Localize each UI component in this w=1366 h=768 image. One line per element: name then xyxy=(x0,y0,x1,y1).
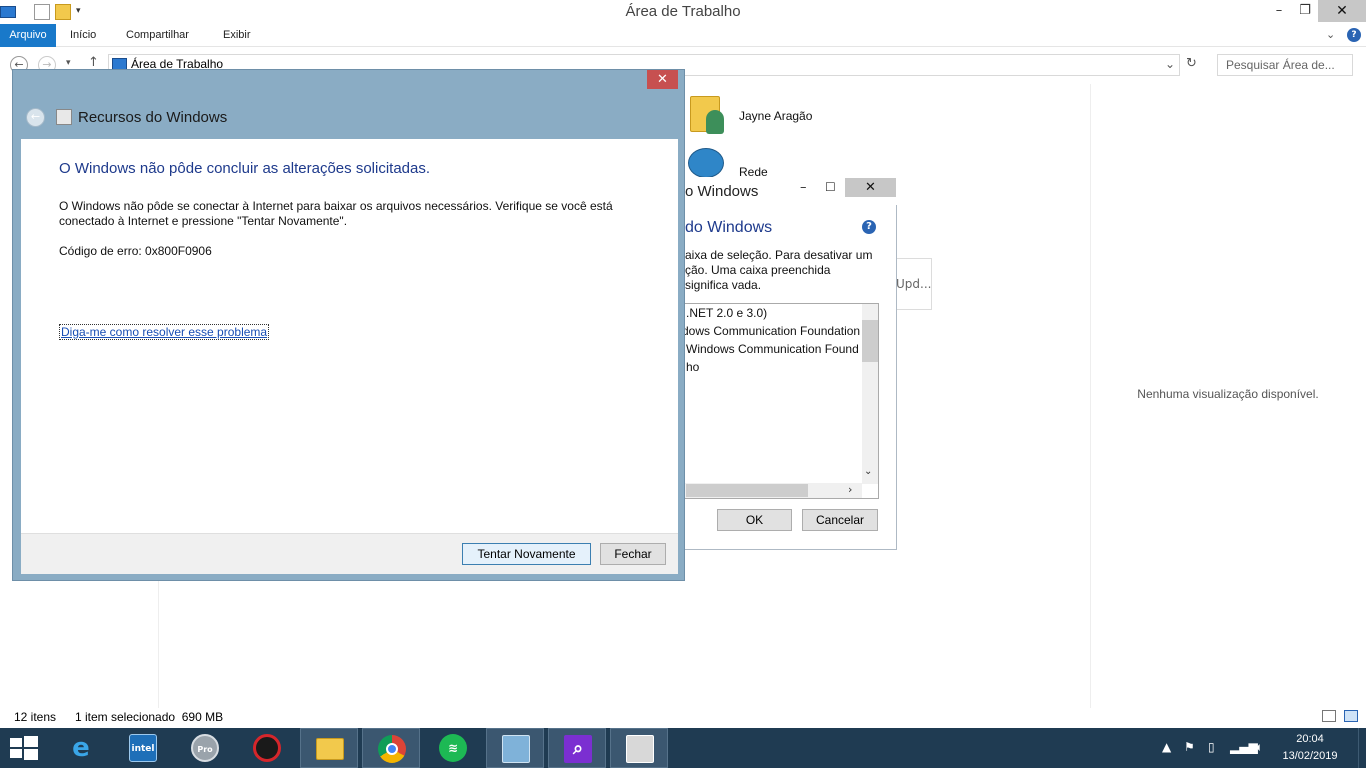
features-dialog-title: o Windows xyxy=(685,183,759,200)
internet-explorer-icon: e xyxy=(72,733,90,763)
features-heading: do Windows xyxy=(685,219,773,236)
windows-features-icon xyxy=(56,109,72,125)
selection-status: 1 item selecionado 690 MB xyxy=(75,710,224,724)
retry-button[interactable]: Tentar Novamente xyxy=(462,543,591,565)
features-minimize-button[interactable]: – xyxy=(800,180,807,195)
maximize-button[interactable]: ❐ xyxy=(1290,0,1320,22)
taskbar-google-earth[interactable]: Pro xyxy=(176,728,234,768)
features-help-icon[interactable]: ? xyxy=(862,220,876,234)
intel-graphics-icon: intel xyxy=(129,734,157,762)
search-magnifier-icon: ⌕ xyxy=(564,735,592,763)
dialog-back-icon[interactable]: ← xyxy=(26,108,45,127)
scroll-down-icon[interactable]: ⌄ xyxy=(864,466,872,477)
new-folder-icon[interactable] xyxy=(55,4,71,20)
qat-dropdown-icon[interactable]: ▾ xyxy=(76,6,81,16)
error-dialog-close-button[interactable]: ✕ xyxy=(647,70,678,89)
tab-inicio[interactable]: Início xyxy=(61,24,105,47)
features-close-button[interactable]: ✕ xyxy=(845,178,896,197)
tree-vertical-scroll-thumb[interactable] xyxy=(862,320,878,362)
battery-icon[interactable]: ▯ xyxy=(1208,740,1215,754)
help-icon[interactable]: ? xyxy=(1347,28,1361,42)
tree-horizontal-scroll-thumb[interactable] xyxy=(686,484,808,497)
ribbon-expand-icon[interactable]: ⌄ xyxy=(1326,28,1335,41)
start-button[interactable] xyxy=(10,736,38,760)
taskbar-spotify[interactable]: ≋ xyxy=(424,728,482,768)
recent-locations-icon[interactable]: ▾ xyxy=(66,58,71,68)
ribbon xyxy=(0,24,1366,47)
taskbar-file-explorer[interactable] xyxy=(300,728,358,768)
tree-item[interactable]: ho xyxy=(686,360,699,374)
details-view-icon[interactable] xyxy=(1322,710,1336,722)
taskbar-intel-graphics[interactable]: intel xyxy=(114,728,172,768)
user-folder-icon[interactable] xyxy=(688,92,728,138)
signal-icon[interactable]: ▂▄▆ xyxy=(1230,740,1258,754)
large-icons-view-icon[interactable] xyxy=(1344,710,1358,722)
error-heading: O Windows não pôde concluir as alteraçõe… xyxy=(59,160,431,177)
windows-features-icon xyxy=(626,735,654,763)
show-desktop-button[interactable] xyxy=(1358,728,1366,768)
red-gear-app-icon xyxy=(253,734,281,762)
volume-icon[interactable]: 🔈︎ xyxy=(1256,740,1263,755)
help-link[interactable]: Diga-me como resolver esse problema xyxy=(59,324,270,340)
refresh-icon[interactable]: ↻ xyxy=(1186,56,1197,71)
clock-date[interactable]: 13/02/2019 xyxy=(1280,750,1340,762)
chrome-icon xyxy=(378,735,406,763)
google-earth-pro-icon: Pro xyxy=(191,734,219,762)
show-hidden-icons-icon[interactable]: ▲ xyxy=(1162,740,1171,754)
scroll-right-icon[interactable]: › xyxy=(848,483,852,496)
tree-item[interactable]: .NET 2.0 e 3.0) xyxy=(686,306,767,320)
error-code: Código de erro: 0x800F0906 xyxy=(59,244,212,258)
taskbar-windows-features[interactable] xyxy=(610,728,668,768)
explorer-window-icon[interactable] xyxy=(0,6,16,18)
features-description: aixa de seleção. Para desativar um ção. … xyxy=(685,248,873,292)
address-dropdown-icon[interactable]: ⌄ xyxy=(1165,57,1175,71)
error-message: O Windows não pôde se conectar à Interne… xyxy=(59,199,613,228)
clock-time[interactable]: 20:04 xyxy=(1280,733,1340,745)
remote-desktop-icon xyxy=(502,735,530,763)
up-icon[interactable]: ↑ xyxy=(88,55,99,70)
taskbar-chrome[interactable] xyxy=(362,728,420,768)
taskbar-internet-explorer[interactable]: e xyxy=(52,728,110,768)
tree-item[interactable]: Windows Communication Found xyxy=(686,342,859,356)
search-input[interactable]: Pesquisar Área de... xyxy=(1217,54,1353,76)
features-maximize-button[interactable]: ☐ xyxy=(825,180,836,194)
item-count: 12 itens xyxy=(14,710,57,724)
window-title: Área de Trabalho xyxy=(625,3,741,20)
close-dialog-button[interactable]: Fechar xyxy=(600,543,666,565)
taskbar-search-app[interactable]: ⌕ xyxy=(548,728,606,768)
spotify-icon: ≋ xyxy=(439,734,467,762)
error-dialog-title: Recursos do Windows xyxy=(78,109,228,126)
features-tree[interactable]: .NET 2.0 e 3.0) dows Communication Found… xyxy=(672,303,879,499)
close-button[interactable]: ✕ xyxy=(1318,0,1366,22)
taskbar-red-app[interactable] xyxy=(238,728,296,768)
tab-compartilhar[interactable]: Compartilhar xyxy=(117,24,198,47)
action-center-flag-icon[interactable]: ⚑ xyxy=(1184,740,1195,754)
file-label-jayne[interactable]: Jayne Aragão xyxy=(739,109,812,123)
ok-button[interactable]: OK xyxy=(717,509,792,531)
preview-message: Nenhuma visualização disponível. xyxy=(1137,387,1319,401)
tab-exibir[interactable]: Exibir xyxy=(214,24,260,47)
taskbar-remote-desktop[interactable] xyxy=(486,728,544,768)
file-explorer-icon xyxy=(316,738,344,760)
tab-arquivo[interactable]: Arquivo xyxy=(0,24,56,47)
network-globe-icon[interactable] xyxy=(688,148,724,178)
properties-icon[interactable] xyxy=(34,4,50,20)
tree-item[interactable]: dows Communication Foundation xyxy=(682,324,860,338)
cancel-button[interactable]: Cancelar xyxy=(802,509,878,531)
